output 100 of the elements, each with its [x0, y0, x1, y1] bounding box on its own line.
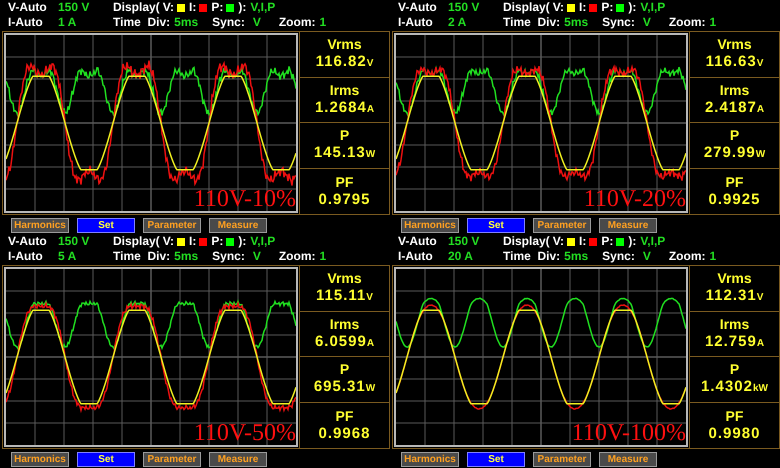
time-div-label: Time Div: — [503, 15, 560, 30]
legend-label: P: — [211, 0, 224, 15]
display-close-label: ): — [628, 234, 636, 249]
reading-value: 0.9795 — [318, 191, 370, 210]
legend-label: V: — [552, 234, 564, 249]
sync-value: V — [252, 15, 262, 30]
reading-name: P — [340, 126, 350, 144]
softkey-button[interactable]: Harmonics — [401, 218, 459, 233]
sync-value: V — [252, 249, 262, 264]
softkey-button[interactable]: Measure — [209, 452, 267, 467]
legend-label: V: — [552, 0, 564, 15]
softkey-button[interactable]: Harmonics — [401, 452, 459, 467]
reading-name: P — [730, 360, 740, 378]
zoom-label: Zoom: — [668, 15, 706, 30]
softkey-button[interactable]: Measure — [599, 218, 657, 233]
legend-label: V: — [162, 0, 174, 15]
voltage-range-label: V-Auto — [398, 0, 438, 15]
sync-label: Sync: — [602, 249, 635, 264]
display-label: Display( — [503, 0, 550, 15]
voltage-range-value: 150 V — [58, 0, 90, 15]
reading-value: 6.0599A — [314, 332, 374, 352]
reading-value: 112.31V — [706, 287, 764, 306]
zoom-value: 1 — [709, 15, 716, 30]
reading-value: 1.4302kW — [701, 378, 768, 398]
zoom-label: Zoom: — [668, 249, 706, 264]
voltage-range-value: 150 V — [448, 0, 480, 15]
legend-label: I: — [189, 234, 196, 249]
softkey-button[interactable]: Parameter — [143, 218, 201, 233]
zoom-value: 1 — [709, 249, 716, 264]
legend-label: P: — [601, 234, 614, 249]
reading-value: 12.759A — [704, 332, 764, 352]
sync-label: Sync: — [212, 249, 245, 264]
reading-value: 695.31W — [314, 378, 376, 398]
reading-value: 0.9980 — [708, 425, 760, 444]
legend-label: I: — [579, 0, 586, 15]
softkey-button[interactable]: Parameter — [533, 218, 591, 233]
display-value: V,I,P — [640, 0, 666, 15]
reading-name: Irms — [720, 80, 750, 99]
display-value: V,I,P — [640, 234, 666, 249]
display-close-label: ): — [628, 0, 636, 15]
display-value: V,I,P — [250, 0, 276, 15]
display-label: Display( — [113, 234, 160, 249]
reading-value: 116.63V — [706, 53, 764, 72]
softkey-button[interactable]: Harmonics — [11, 452, 69, 467]
reading-name: Irms — [720, 314, 750, 333]
reading-name: PF — [726, 173, 744, 192]
display-value: V,I,P — [250, 234, 276, 249]
reading-value: 116.82V — [316, 53, 374, 72]
current-range-value: 2 A — [448, 15, 468, 30]
softkey-button[interactable]: Measure — [599, 452, 657, 467]
time-div-label: Time Div: — [113, 249, 170, 264]
reading-value: 279.99W — [704, 144, 766, 164]
time-div-label: Time Div: — [503, 249, 560, 264]
reading-value: 1.2684A — [314, 98, 374, 118]
reading-value: 0.9925 — [708, 191, 760, 210]
test-condition-label: 110V-50% — [194, 421, 296, 445]
time-div-label: Time Div: — [113, 15, 170, 30]
voltage-range-label: V-Auto — [398, 234, 438, 249]
test-condition-label: 110V-100% — [572, 421, 686, 445]
reading-name: Irms — [330, 314, 360, 333]
sync-label: Sync: — [602, 15, 635, 30]
softkey-button[interactable]: Parameter — [533, 452, 591, 467]
current-range-label: I-Auto — [398, 15, 434, 30]
current-range-label: I-Auto — [8, 15, 44, 30]
reading-name: PF — [726, 407, 744, 426]
reading-name: Vrms — [327, 269, 362, 288]
reading-value: 2.4187A — [704, 98, 764, 118]
voltage-range-value: 150 V — [448, 234, 480, 249]
softkey-button[interactable]: Set — [467, 452, 525, 467]
reading-name: P — [340, 360, 350, 378]
reading-name: PF — [336, 173, 354, 192]
current-range-label: I-Auto — [8, 249, 44, 264]
current-range-label: I-Auto — [398, 249, 434, 264]
time-div-value: 5ms — [564, 15, 590, 30]
zoom-label: Zoom: — [278, 249, 316, 264]
softkey-button[interactable]: Set — [467, 218, 525, 233]
reading-name: Vrms — [327, 35, 362, 54]
voltage-range-label: V-Auto — [8, 234, 48, 249]
zoom-label: Zoom: — [278, 15, 316, 30]
sync-label: Sync: — [212, 15, 245, 30]
reading-name: Vrms — [717, 269, 752, 288]
display-label: Display( — [503, 234, 550, 249]
current-range-value: 1 A — [58, 15, 78, 30]
zoom-value: 1 — [319, 249, 326, 264]
reading-value: 115.11V — [316, 287, 373, 306]
reading-name: Irms — [330, 80, 360, 99]
reading-name: P — [730, 126, 740, 144]
reading-value: 0.9968 — [318, 425, 370, 444]
time-div-value: 5ms — [174, 249, 200, 264]
display-close-label: ): — [238, 234, 246, 249]
softkey-button[interactable]: Measure — [209, 218, 267, 233]
legend-label: P: — [601, 0, 614, 15]
softkey-button[interactable]: Harmonics — [11, 218, 69, 233]
voltage-range-label: V-Auto — [8, 0, 48, 15]
legend-label: P: — [211, 234, 224, 249]
softkey-button[interactable]: Set — [77, 452, 135, 467]
reading-name: Vrms — [717, 35, 752, 54]
softkey-button[interactable]: Set — [77, 218, 135, 233]
softkey-button[interactable]: Parameter — [143, 452, 201, 467]
test-condition-label: 110V-10% — [194, 187, 296, 211]
